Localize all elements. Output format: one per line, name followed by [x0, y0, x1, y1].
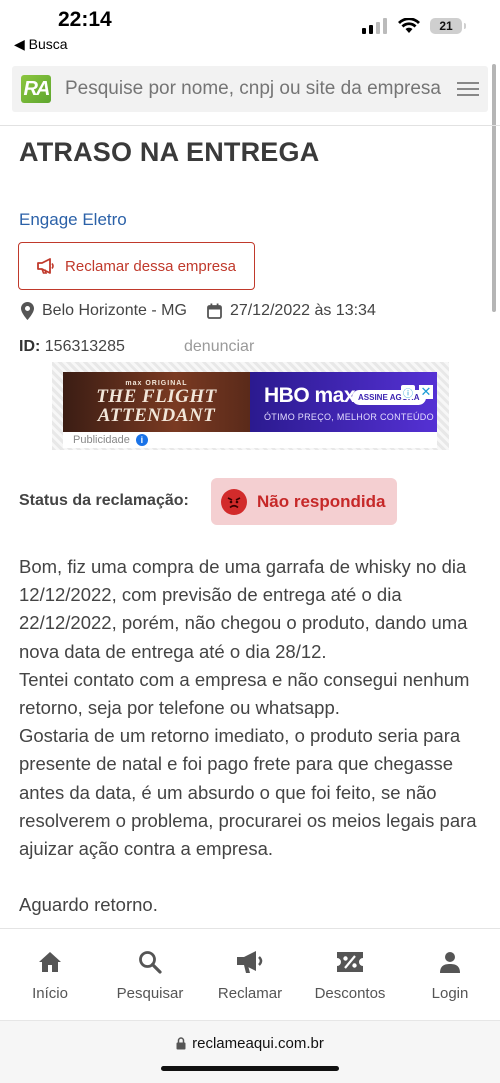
complaint-id: ID: 156313285 [19, 338, 125, 356]
ad-close-icon[interactable]: ✕ [419, 384, 433, 399]
ad-tagline: ÓTIMO PREÇO, MELHOR CONTEÚDO [264, 412, 434, 422]
nav-label: Reclamar [217, 985, 283, 1002]
status-value: Não respondida [257, 491, 386, 511]
nav-item-descontos[interactable]: Descontos [300, 929, 400, 1021]
calendar-icon [207, 303, 222, 319]
search-icon [138, 949, 162, 975]
ad-show-artwork: max ORIGINAL THE FLIGHT ATTENDANT [63, 372, 250, 432]
nav-label: Pesquisar [116, 985, 184, 1002]
angry-face-icon [221, 488, 247, 515]
complaint-body: Bom, fiz uma compra de uma garrafa de wh… [19, 553, 479, 919]
body-paragraph: Bom, fiz uma compra de uma garrafa de wh… [19, 556, 468, 662]
location-pin-icon [21, 302, 34, 320]
header-divider [0, 125, 500, 126]
nav-label: Descontos [314, 985, 386, 1002]
megaphone-icon [37, 258, 54, 274]
reclame-aqui-logo[interactable]: RA [21, 75, 51, 103]
ad-left-title-1: THE FLIGHT [96, 385, 217, 407]
body-paragraph: Tentei contato com a empresa e não conse… [19, 668, 470, 719]
complaint-meta: Belo Horizonte - MG 27/12/2022 às 13:34 [21, 302, 376, 320]
complaint-title: ATRASO NA ENTREGA [19, 137, 320, 167]
id-label: ID: [19, 338, 41, 355]
url-text: reclameaqui.com.br [192, 1035, 324, 1052]
search-input[interactable] [63, 77, 451, 101]
ad-label: Publicidade [73, 434, 130, 446]
nav-item-pesquisar[interactable]: Pesquisar [100, 929, 200, 1021]
discount-icon [336, 949, 364, 975]
cellular-signal-icon [362, 18, 387, 34]
complain-about-company-button[interactable]: Reclamar dessa empresa [18, 242, 255, 290]
id-value: 156313285 [44, 338, 125, 355]
body-paragraph: Aguardo retorno. [19, 894, 158, 916]
complain-button-label: Reclamar dessa empresa [65, 257, 236, 275]
scrollbar-thumb[interactable] [492, 64, 496, 312]
ad-info-icon[interactable]: ⓘ [401, 385, 415, 400]
lock-icon [176, 1037, 186, 1050]
nav-item-reclamar[interactable]: Reclamar [200, 929, 300, 1021]
hamburger-menu-icon[interactable] [457, 82, 479, 96]
nav-label: Início [32, 985, 68, 1002]
url-display[interactable]: reclameaqui.com.br [0, 1035, 500, 1052]
info-icon[interactable]: i [135, 434, 148, 446]
nav-label: Login [431, 985, 469, 1002]
hbo-max-logo: HBO max [264, 384, 356, 407]
battery-icon: 21 [430, 18, 466, 34]
clock: 22:14 [58, 8, 112, 31]
body-paragraph: Gostaria de um retorno imediato, o produ… [19, 725, 477, 860]
back-to-search-link[interactable]: ◀ Busca [14, 36, 68, 53]
home-icon [38, 949, 62, 975]
system-icons: 21 [362, 18, 466, 34]
home-indicator[interactable] [161, 1066, 339, 1071]
report-link[interactable]: denunciar [184, 338, 254, 356]
ad-left-title-2: ATTENDANT [97, 404, 216, 426]
browser-url-bar[interactable]: reclameaqui.com.br [0, 1020, 500, 1083]
status-label: Status da reclamação: [19, 492, 189, 509]
company-link[interactable]: Engage Eletro [19, 210, 127, 230]
complaint-location: Belo Horizonte - MG [42, 302, 187, 319]
nav-item-inicio[interactable]: Início [0, 929, 100, 1021]
ad-banner[interactable]: max ORIGINAL THE FLIGHT ATTENDANT HBO ma… [63, 372, 437, 432]
ios-status-bar: 22:14 ◀ Busca 21 [0, 0, 500, 56]
wifi-icon [398, 18, 420, 33]
status-badge: Não respondida [211, 478, 397, 525]
ad-footer: Publicidade i [63, 432, 437, 448]
bottom-navigation: Início Pesquisar Reclamar Descontos Logi… [0, 928, 500, 1021]
user-icon [439, 949, 461, 975]
ad-brand-panel: HBO max ASSINE AGORA ÓTIMO PREÇO, MELHOR… [250, 372, 437, 432]
complaint-datetime: 27/12/2022 às 13:34 [229, 302, 376, 319]
advertisement: max ORIGINAL THE FLIGHT ATTENDANT HBO ma… [52, 362, 449, 450]
nav-item-login[interactable]: Login [400, 929, 500, 1021]
megaphone-icon [236, 949, 264, 975]
search-header: RA [12, 66, 488, 112]
